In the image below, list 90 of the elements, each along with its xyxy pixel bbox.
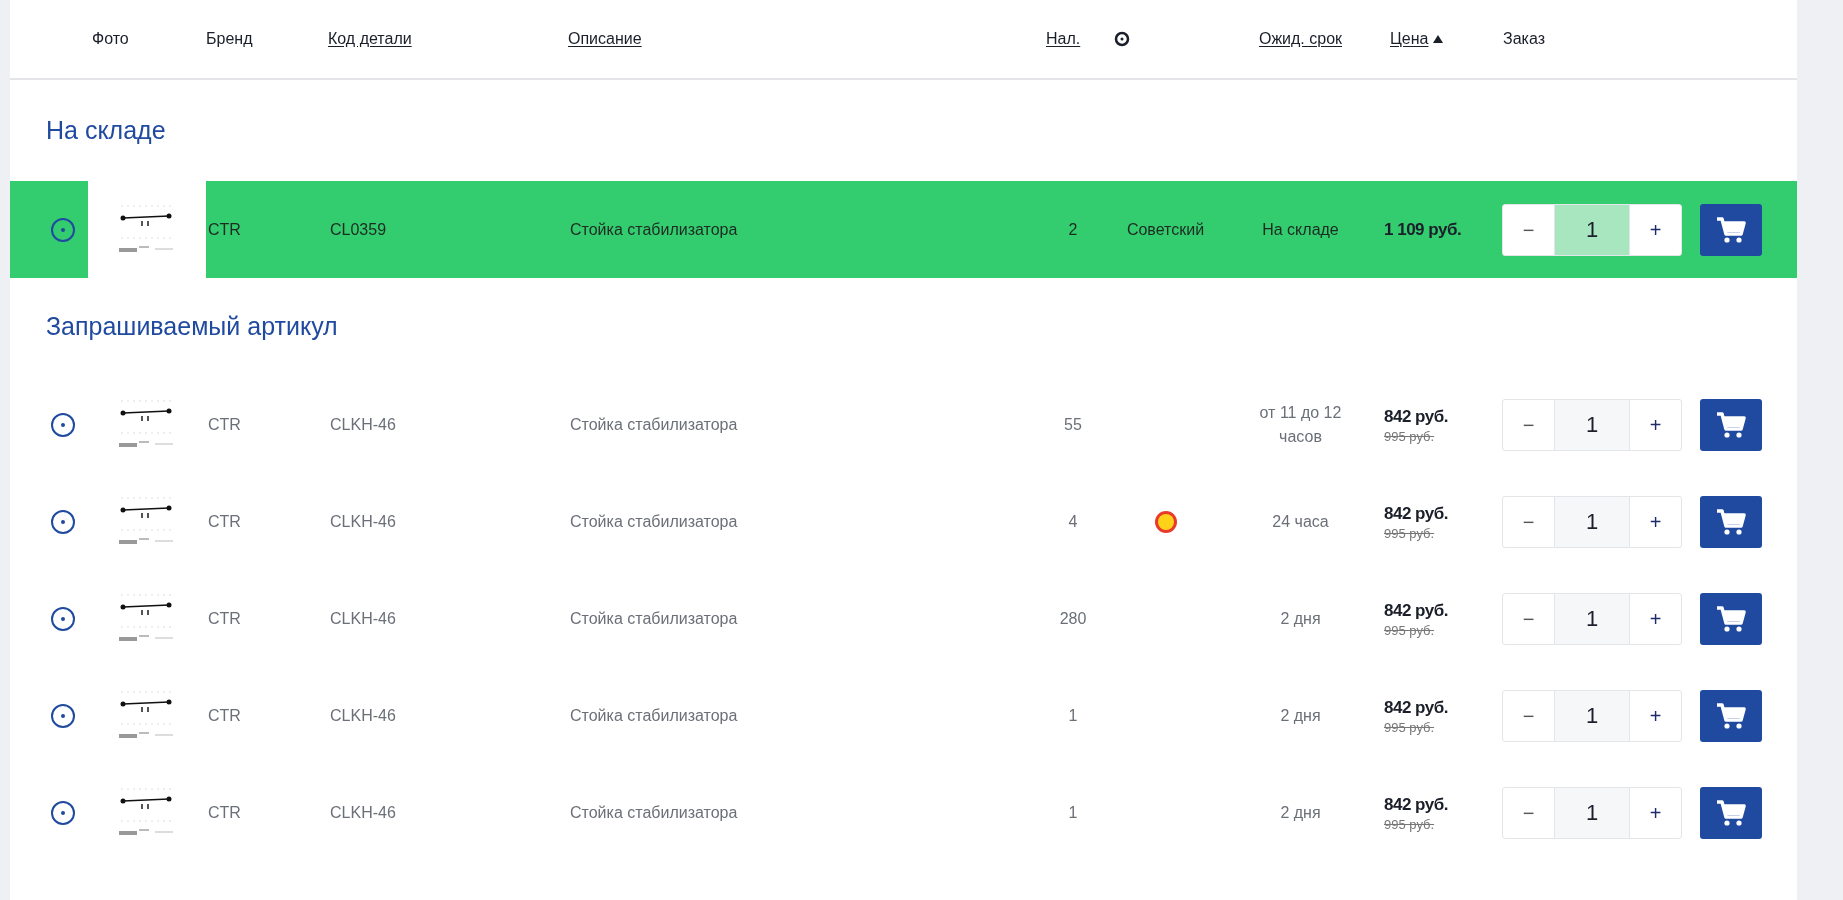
part-code: CLKH-46 [330,705,396,726]
increment-button[interactable]: + [1629,204,1681,255]
price-text: 842 руб. [1384,793,1449,816]
add-to-cart-button[interactable] [1700,203,1762,256]
add-to-cart-button[interactable] [1700,398,1762,451]
radio-button[interactable] [50,508,76,535]
cart-icon [1716,701,1746,730]
stock-count: 55 [1064,414,1082,435]
description-text: Стойка стабилизатора [570,219,738,240]
quantity-input[interactable]: 1 [1555,496,1629,547]
brand-text: CTR [208,219,241,240]
cart-icon [1716,215,1746,244]
old-price: 995 руб. [1384,623,1436,640]
price-text: 1 109 руб. [1384,218,1463,241]
filter-icon[interactable] [1114,31,1130,47]
part-code: CLKH-46 [330,414,396,435]
description-text: Стойка стабилизатора [570,802,738,823]
old-price: 995 руб. [1384,429,1436,446]
sort-link[interactable]: Нал. [1046,27,1081,51]
cart-icon [1716,410,1746,439]
column-header: Бренд [206,29,253,49]
quantity-input[interactable]: 1 [1555,787,1629,838]
table-row[interactable]: CTR CL0359 Стойка стабилизатора 2 Советский На складе 1 109 руб. − 1 + [10,181,1797,278]
brand-text: CTR [208,705,241,726]
add-to-cart-button[interactable] [1700,495,1762,548]
old-price: 995 руб. [1384,720,1436,737]
warehouse-text: Советский [1126,219,1205,240]
delivery-time: от 11 до 12 часов [1258,402,1343,447]
stock-count: 2 [1068,219,1078,240]
increment-button[interactable]: + [1629,787,1681,838]
add-to-cart-button[interactable] [1700,592,1762,645]
increment-button[interactable]: + [1629,496,1681,547]
description-text: Стойка стабилизатора [570,705,738,726]
part-code: CL0359 [330,219,387,240]
description-text: Стойка стабилизатора [570,511,738,532]
stock-count: 1 [1068,802,1078,823]
brand-text: CTR [208,608,241,629]
increment-button[interactable]: + [1629,690,1681,741]
sort-link[interactable]: Код детали [328,27,412,51]
description-text: Стойка стабилизатора [570,608,738,629]
delivery-time: 24 часа [1271,511,1330,532]
cart-icon [1716,507,1746,536]
column-header: Фото [92,29,129,49]
section-title: Запрашиваемый артикул [46,311,338,343]
quantity-stepper[interactable]: − 1 + [1502,398,1682,451]
stock-count: 4 [1068,511,1078,532]
brand-text: CTR [208,511,241,532]
quantity-stepper[interactable]: − 1 + [1502,495,1682,548]
price-text: 842 руб. [1384,599,1449,622]
increment-button[interactable]: + [1629,399,1681,450]
sort-link[interactable]: Ожид. срок [1258,27,1343,51]
part-code: CLKH-46 [330,802,396,823]
cart-icon [1716,798,1746,827]
section-title: На складе [46,114,166,146]
radio-button[interactable] [50,605,76,632]
description-text: Стойка стабилизатора [570,414,738,435]
delivery-time: 2 дня [1279,608,1322,629]
increment-button[interactable]: + [1629,593,1681,644]
column-header: Заказ [1503,29,1545,49]
quantity-input[interactable]: 1 [1555,399,1629,450]
stock-count: 1 [1068,705,1078,726]
delivery-time: 2 дня [1279,802,1322,823]
brand-text: CTR [208,414,241,435]
quantity-stepper[interactable]: − 1 + [1502,786,1682,839]
quantity-stepper[interactable]: − 1 + [1502,203,1682,256]
price-text: 842 руб. [1384,502,1449,525]
sort-link[interactable]: Цена [1390,27,1429,51]
quantity-input[interactable]: 1 [1555,204,1629,255]
old-price: 995 руб. [1384,526,1436,543]
quantity-input[interactable]: 1 [1555,690,1629,741]
quantity-stepper[interactable]: − 1 + [1502,689,1682,742]
quantity-input[interactable]: 1 [1555,593,1629,644]
part-code: CLKH-46 [330,608,396,629]
radio-button[interactable] [50,411,76,438]
quantity-stepper[interactable]: − 1 + [1502,592,1682,645]
sort-link[interactable]: Описание [568,27,642,51]
price-text: 842 руб. [1384,405,1449,428]
add-to-cart-button[interactable] [1700,689,1762,742]
radio-button[interactable] [50,702,76,729]
part-code: CLKH-46 [330,511,396,532]
stock-count: 280 [1059,608,1087,629]
delivery-time: На складе [1261,219,1340,240]
brand-text: CTR [208,802,241,823]
price-text: 842 руб. [1384,696,1449,719]
radio-button[interactable] [50,799,76,826]
cart-icon [1716,604,1746,633]
old-price: 995 руб. [1384,817,1436,834]
delivery-time: 2 дня [1279,705,1322,726]
radio-button[interactable] [50,216,76,243]
add-to-cart-button[interactable] [1700,786,1762,839]
